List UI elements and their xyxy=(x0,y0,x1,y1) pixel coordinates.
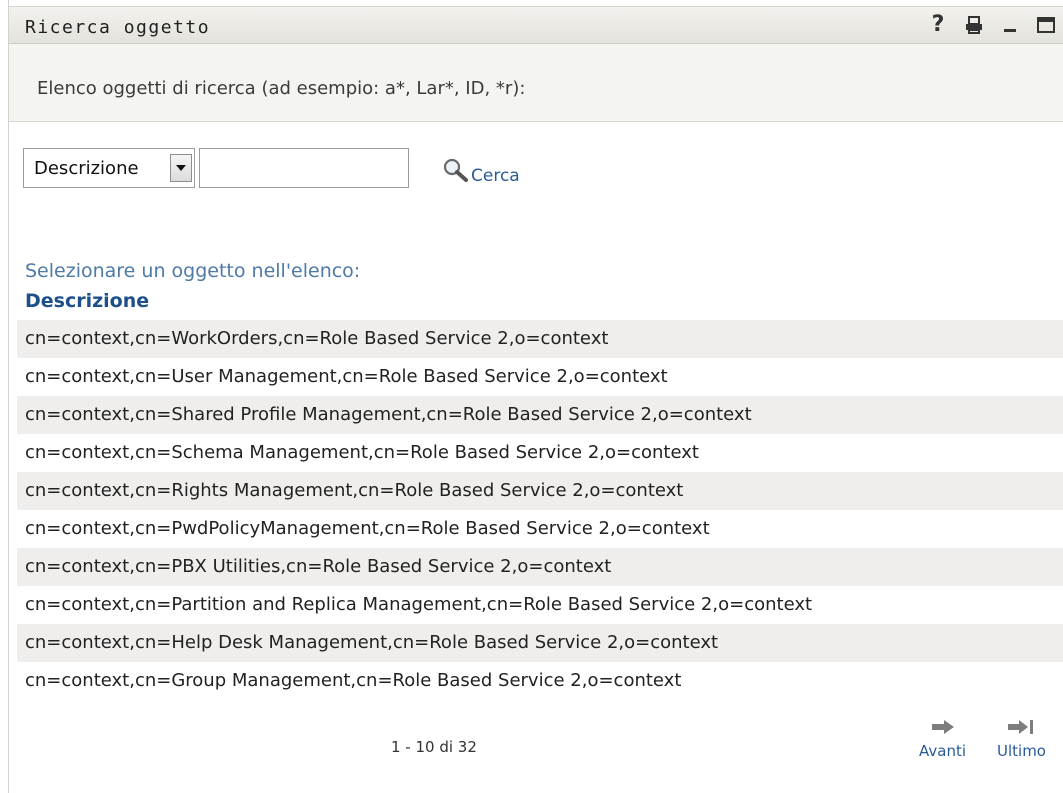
result-row[interactable]: cn=context,cn=PBX Utilities,cn=Role Base… xyxy=(17,548,1063,586)
next-page-label: Avanti xyxy=(919,742,967,760)
portlet-titlebar: Ricerca oggetto ? xyxy=(9,6,1063,44)
result-row[interactable]: cn=context,cn=Group Management,cn=Role B… xyxy=(17,662,1063,700)
result-row[interactable]: cn=context,cn=Partition and Replica Mana… xyxy=(17,586,1063,624)
object-search-portlet: Ricerca oggetto ? Elenco oggetti di rice… xyxy=(8,0,1063,793)
instructions-text: Elenco oggetti di ricerca (ad esempio: a… xyxy=(37,78,526,99)
arrow-right-icon xyxy=(931,720,954,734)
search-button[interactable]: Cerca xyxy=(471,166,520,186)
search-field-select-value: Descrizione xyxy=(34,158,139,179)
print-icon[interactable] xyxy=(964,13,984,37)
search-input[interactable] xyxy=(199,148,409,188)
titlebar-icons: ? xyxy=(928,13,1056,37)
maximize-icon[interactable] xyxy=(1036,13,1056,37)
search-field-select[interactable]: Descrizione xyxy=(23,148,195,188)
result-row[interactable]: cn=context,cn=User Management,cn=Role Ba… xyxy=(17,358,1063,396)
last-page-label: Ultimo xyxy=(997,742,1046,760)
select-object-prompt: Selezionare un oggetto nell'elenco: xyxy=(25,260,361,282)
result-row[interactable]: cn=context,cn=PwdPolicyManagement,cn=Rol… xyxy=(17,510,1063,548)
result-row[interactable]: cn=context,cn=Shared Profile Management,… xyxy=(17,396,1063,434)
result-row[interactable]: cn=context,cn=Help Desk Management,cn=Ro… xyxy=(17,624,1063,662)
arrow-to-end-icon xyxy=(1008,720,1034,734)
column-header-description[interactable]: Descrizione xyxy=(25,290,149,312)
result-row[interactable]: cn=context,cn=Rights Management,cn=Role … xyxy=(17,472,1063,510)
result-row[interactable]: cn=context,cn=WorkOrders,cn=Role Based S… xyxy=(17,320,1063,358)
search-bar: Descrizione Cerca xyxy=(23,148,583,190)
instructions-panel: Elenco oggetti di ricerca (ad esempio: a… xyxy=(9,44,1063,122)
help-icon[interactable]: ? xyxy=(928,13,948,37)
chevron-down-icon[interactable] xyxy=(170,154,192,182)
search-icon[interactable] xyxy=(443,158,469,184)
results-list: cn=context,cn=WorkOrders,cn=Role Based S… xyxy=(17,320,1063,700)
pagination-summary: 1 - 10 di 32 xyxy=(391,738,477,756)
result-row[interactable]: cn=context,cn=Schema Management,cn=Role … xyxy=(17,434,1063,472)
next-page-button[interactable]: Avanti xyxy=(919,720,966,760)
minimize-icon[interactable] xyxy=(1000,13,1020,37)
last-page-button[interactable]: Ultimo xyxy=(997,720,1046,760)
portlet-title: Ricerca oggetto xyxy=(25,17,211,38)
